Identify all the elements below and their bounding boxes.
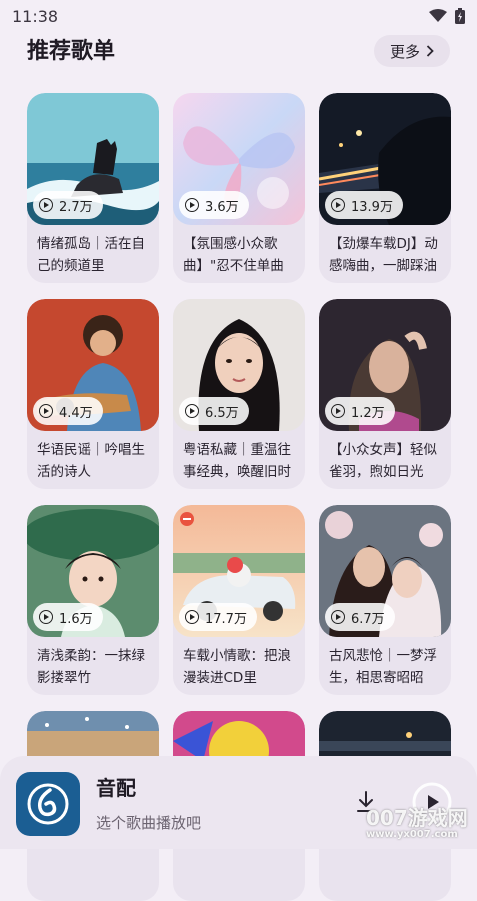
more-label: 更多 xyxy=(389,42,420,61)
play-count-badge: 1.2万 xyxy=(325,397,395,425)
play-count-badge: 6.7万 xyxy=(325,603,395,631)
download-icon[interactable] xyxy=(352,788,380,816)
play-count: 1.2万 xyxy=(351,405,385,421)
section-header: 推荐歌单 更多 xyxy=(0,34,477,70)
chevron-right-icon xyxy=(426,45,434,57)
play-circle-icon xyxy=(39,198,53,212)
play-circle-icon xyxy=(185,610,199,624)
playlist-title: 【劲爆车载DJ】动感嗨曲，一脚踩油门 xyxy=(329,236,438,274)
playlist-card[interactable]: 6.5万 粤语私藏｜重温往事经典，唤醒旧时光 xyxy=(173,299,305,489)
play-count-badge: 3.6万 xyxy=(179,191,249,219)
playlist-title: 粤语私藏｜重温往事经典，唤醒旧时光 xyxy=(183,442,291,480)
play-count-badge: 1.6万 xyxy=(33,603,103,631)
play-count: 6.5万 xyxy=(205,405,239,421)
play-count: 6.7万 xyxy=(351,611,385,627)
play-icon[interactable] xyxy=(412,782,452,822)
play-count-badge: 6.5万 xyxy=(179,397,249,425)
status-bar: 11:38 xyxy=(0,0,477,32)
mini-player[interactable]: 音配 选个歌曲播放吧 xyxy=(0,756,477,849)
section-title: 推荐歌单 xyxy=(27,39,116,64)
battery-icon xyxy=(455,8,465,24)
playlist-title: 【氛围感小众歌曲】"忍不住单曲循环 xyxy=(183,236,284,274)
player-subtitle: 选个歌曲播放吧 xyxy=(96,814,202,832)
play-circle-icon xyxy=(39,404,53,418)
playlist-card[interactable]: 3.6万 【氛围感小众歌曲】"忍不住单曲循环 xyxy=(173,93,305,283)
play-count: 2.7万 xyxy=(59,199,93,215)
player-title: 音配 xyxy=(96,776,136,800)
playlist-title: 车载小情歌：把浪漫装进CD里 xyxy=(183,648,291,686)
status-icons xyxy=(429,8,465,24)
play-count-badge: 2.7万 xyxy=(33,191,103,219)
play-count: 13.9万 xyxy=(351,199,393,215)
play-circle-icon xyxy=(185,404,199,418)
playlist-card[interactable]: 2.7万 情绪孤岛｜活在自己的频道里 xyxy=(27,93,159,283)
status-time: 11:38 xyxy=(12,6,59,26)
playlist-title: 【小众女声】轻似雀羽，煦如日光 xyxy=(329,442,437,480)
play-count-badge: 13.9万 xyxy=(325,191,403,219)
playlist-title: 古风悲怆｜一梦浮生，相思寄昭昭 xyxy=(329,648,437,686)
playlist-title: 华语民谣｜吟唱生活的诗人 xyxy=(37,442,145,480)
play-circle-icon xyxy=(185,198,199,212)
play-count: 4.4万 xyxy=(59,405,93,421)
playlist-title: 情绪孤岛｜活在自己的频道里 xyxy=(37,236,145,274)
playlist-card[interactable]: 17.7万 车载小情歌：把浪漫装进CD里 xyxy=(173,505,305,695)
play-count-badge: 4.4万 xyxy=(33,397,103,425)
play-count: 17.7万 xyxy=(205,611,247,627)
wifi-icon xyxy=(429,9,447,22)
app-logo-icon xyxy=(16,772,80,836)
play-count: 1.6万 xyxy=(59,611,93,627)
playlist-title: 清浅柔韵：一抹绿影搂翠竹 xyxy=(37,648,145,686)
playlist-card[interactable]: 4.4万 华语民谣｜吟唱生活的诗人 xyxy=(27,299,159,489)
playlist-card[interactable]: 1.6万 清浅柔韵：一抹绿影搂翠竹 xyxy=(27,505,159,695)
more-button[interactable]: 更多 xyxy=(374,35,450,67)
playlist-card[interactable]: 1.2万 【小众女声】轻似雀羽，煦如日光 xyxy=(319,299,451,489)
play-circle-icon xyxy=(331,404,345,418)
playlist-card[interactable]: 13.9万 【劲爆车载DJ】动感嗨曲，一脚踩油门 xyxy=(319,93,451,283)
play-circle-icon xyxy=(331,198,345,212)
play-circle-icon xyxy=(331,610,345,624)
play-count-badge: 17.7万 xyxy=(179,603,257,631)
play-circle-icon xyxy=(39,610,53,624)
play-count: 3.6万 xyxy=(205,199,239,215)
playlist-card[interactable]: 6.7万 古风悲怆｜一梦浮生，相思寄昭昭 xyxy=(319,505,451,695)
